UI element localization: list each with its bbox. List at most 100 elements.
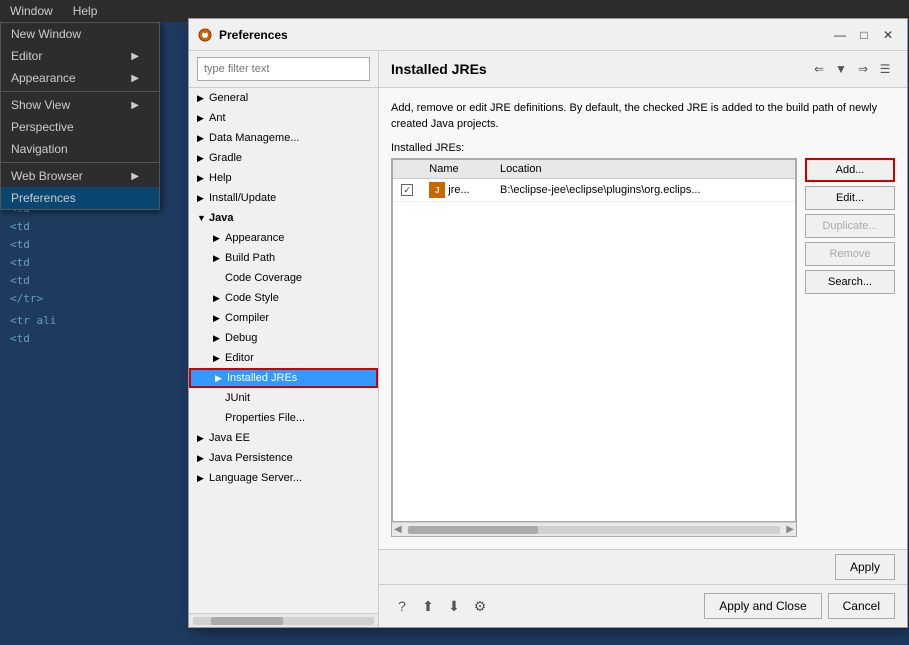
tree-arrow: ▶ (197, 153, 209, 164)
tree-arrow: ▶ (197, 113, 209, 124)
hscroll-thumb (408, 526, 538, 534)
tree-item-debug[interactable]: ▶ Debug (189, 328, 378, 348)
table-hscroll[interactable]: ◀ ▶ (392, 522, 796, 536)
tree-label: Editor (225, 352, 374, 364)
jre-location-cell: B:\eclipse-jee\eclipse\plugins\org.eclip… (492, 179, 795, 202)
tree-label: Java (209, 212, 374, 224)
tree-scroll[interactable]: ▶ General ▶ Ant ▶ Data Manageme... ▶ Gra… (189, 88, 378, 613)
tree-label: Compiler (225, 312, 374, 324)
apply-close-button[interactable]: Apply and Close (704, 593, 821, 619)
menu-new-window[interactable]: New Window (1, 23, 159, 45)
tree-label: Installed JREs (227, 372, 372, 384)
preferences-icon (197, 27, 213, 43)
jre-checkbox-cell[interactable] (393, 179, 421, 202)
hscroll-thumb (211, 617, 283, 625)
menu-navigation[interactable]: Navigation (1, 138, 159, 160)
tree-item-ant[interactable]: ▶ Ant (189, 108, 378, 128)
dialog-maximize-button[interactable]: □ (853, 24, 875, 46)
tree-item-code-coverage[interactable]: Code Coverage (189, 268, 378, 288)
hscroll-track (408, 526, 781, 534)
tree-arrow: ▶ (197, 93, 209, 104)
dialog-minimize-button[interactable]: — (829, 24, 851, 46)
tree-arrow: ▶ (197, 433, 209, 444)
section-label: Installed JREs: (391, 142, 895, 154)
tree-item-gradle[interactable]: ▶ Gradle (189, 148, 378, 168)
tree-item-compiler[interactable]: ▶ Compiler (189, 308, 378, 328)
nav-forward-button[interactable]: ⇒ (853, 59, 873, 79)
search-input[interactable] (197, 57, 370, 81)
cancel-button[interactable]: Cancel (828, 593, 895, 619)
tree-hscroll[interactable] (189, 613, 378, 627)
import-icon[interactable]: ⬇ (443, 595, 465, 617)
edit-button[interactable]: Edit... (805, 186, 895, 210)
tree-arrow: ▶ (197, 173, 209, 184)
tree-item-general[interactable]: ▶ General (189, 88, 378, 108)
apply-button[interactable]: Apply (835, 554, 895, 580)
tree-label: Properties File... (225, 412, 374, 424)
tree-label: Language Server... (209, 472, 374, 484)
tree-item-installed-jres[interactable]: ▶ Installed JREs (189, 368, 378, 388)
menubar-window[interactable]: Window (4, 2, 59, 20)
scroll-right-arrow[interactable]: ▶ (784, 524, 796, 535)
menu-appearance[interactable]: Appearance ▶ (1, 67, 159, 89)
tree-item-java[interactable]: ▼ Java (189, 208, 378, 228)
tree-label: Help (209, 172, 374, 184)
menu-preferences[interactable]: Preferences (1, 187, 159, 209)
tree-item-java-persistence[interactable]: ▶ Java Persistence (189, 448, 378, 468)
dialog-titlebar: Preferences — □ ✕ (189, 19, 907, 51)
remove-button[interactable]: Remove (805, 242, 895, 266)
dialog-title: Preferences (219, 28, 829, 42)
tree-item-code-style[interactable]: ▶ Code Style (189, 288, 378, 308)
dialog-close-button[interactable]: ✕ (877, 24, 899, 46)
action-buttons: Add... Edit... Duplicate... Remove Searc… (805, 158, 895, 537)
tree-label: Install/Update (209, 192, 374, 204)
tree-arrow: ▶ (215, 373, 227, 384)
menu-editor[interactable]: Editor ▶ (1, 45, 159, 67)
tree-label: JUnit (225, 392, 374, 404)
export-icon[interactable]: ⬆ (417, 595, 439, 617)
table-col-location[interactable]: Location (492, 160, 795, 179)
table-col-check (393, 160, 421, 179)
tree-item-java-ee[interactable]: ▶ Java EE (189, 428, 378, 448)
tree-label: General (209, 92, 374, 104)
apply-area: Apply (379, 549, 907, 584)
tree-item-properties-file[interactable]: Properties File... (189, 408, 378, 428)
tree-arrow: ▶ (213, 293, 225, 304)
tree-arrow: ▶ (197, 193, 209, 204)
dialog-controls: — □ ✕ (829, 24, 899, 46)
tree-arrow: ▼ (197, 213, 209, 223)
menu-perspective[interactable]: Perspective (1, 116, 159, 138)
tree-item-java-appearance[interactable]: ▶ Appearance (189, 228, 378, 248)
table-col-name[interactable]: Name (421, 160, 492, 179)
add-button[interactable]: Add... (805, 158, 895, 182)
tree-label: Debug (225, 332, 374, 344)
nav-back-button[interactable]: ⇐ (809, 59, 829, 79)
settings-icon[interactable]: ⚙ (469, 595, 491, 617)
menubar-help[interactable]: Help (67, 2, 104, 20)
footer-icons: ? ⬆ ⬇ ⚙ (391, 595, 491, 617)
jre-icon: J (429, 182, 445, 198)
nav-menu-button[interactable]: ☰ (875, 59, 895, 79)
tree-item-language-server[interactable]: ▶ Language Server... (189, 468, 378, 488)
tree-label: Ant (209, 112, 374, 124)
tree-item-junit[interactable]: JUnit (189, 388, 378, 408)
tree-item-data-management[interactable]: ▶ Data Manageme... (189, 128, 378, 148)
tree-item-help[interactable]: ▶ Help (189, 168, 378, 188)
tree-item-build-path[interactable]: ▶ Build Path (189, 248, 378, 268)
search-box (189, 51, 378, 88)
tree-item-install-update[interactable]: ▶ Install/Update (189, 188, 378, 208)
menu-separator-1 (1, 91, 159, 92)
duplicate-button[interactable]: Duplicate... (805, 214, 895, 238)
search-button[interactable]: Search... (805, 270, 895, 294)
tree-arrow: ▶ (213, 313, 225, 324)
tree-label: Gradle (209, 152, 374, 164)
menu-web-browser[interactable]: Web Browser ▶ (1, 165, 159, 187)
jre-checkbox[interactable] (401, 184, 413, 196)
menu-show-view[interactable]: Show View ▶ (1, 94, 159, 116)
nav-dropdown-button[interactable]: ▼ (831, 59, 851, 79)
help-icon[interactable]: ? (391, 595, 413, 617)
hscroll-track (193, 617, 374, 625)
tree-item-java-editor[interactable]: ▶ Editor (189, 348, 378, 368)
table-row[interactable]: J jre... B:\eclipse-jee\eclipse\plugins\… (393, 179, 795, 202)
scroll-left-arrow[interactable]: ◀ (392, 524, 404, 535)
